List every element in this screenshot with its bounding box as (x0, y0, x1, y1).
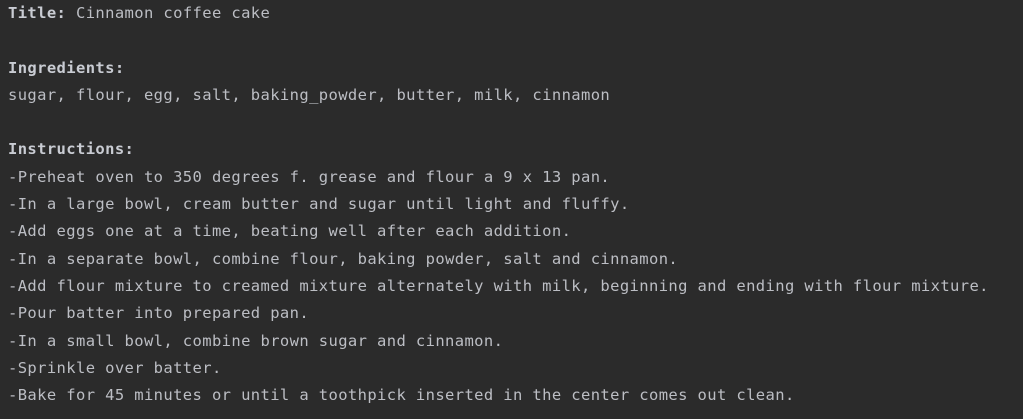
instruction-step: -Preheat oven to 350 degrees f. grease a… (8, 167, 611, 186)
console-output: Title: Cinnamon coffee cake Ingredients:… (0, 0, 1023, 419)
instruction-step: -In a large bowl, cream butter and sugar… (8, 195, 630, 214)
instruction-step: -Add eggs one at a time, beating well af… (8, 222, 572, 241)
instruction-step: -In a separate bowl, combine flour, baki… (8, 249, 679, 268)
recipe-title: Cinnamon coffee cake (76, 4, 271, 22)
ingredients-list: sugar, flour, egg, salt, baking_powder, … (8, 85, 611, 104)
instructions-label: Instructions: (8, 140, 135, 159)
instruction-step: -Bake for 45 minutes or until a toothpic… (8, 386, 795, 405)
ingredients-label: Ingredients: (8, 58, 125, 77)
instruction-step: -Pour batter into prepared pan. (8, 304, 310, 323)
title-line: Title: Cinnamon coffee cake (8, 0, 1023, 27)
ingredients-heading-line: Ingredients: (8, 55, 1023, 82)
title-label: Title: (8, 4, 67, 22)
instructions-heading-line: Instructions: (8, 136, 1023, 163)
instruction-step: -In a small bowl, combine brown sugar an… (8, 331, 504, 350)
instruction-step: -Add flour mixture to creamed mixture al… (8, 276, 989, 295)
instructions-list: -Preheat oven to 350 degrees f. grease a… (8, 164, 1023, 410)
instruction-step: -Sprinkle over batter. (8, 358, 222, 377)
